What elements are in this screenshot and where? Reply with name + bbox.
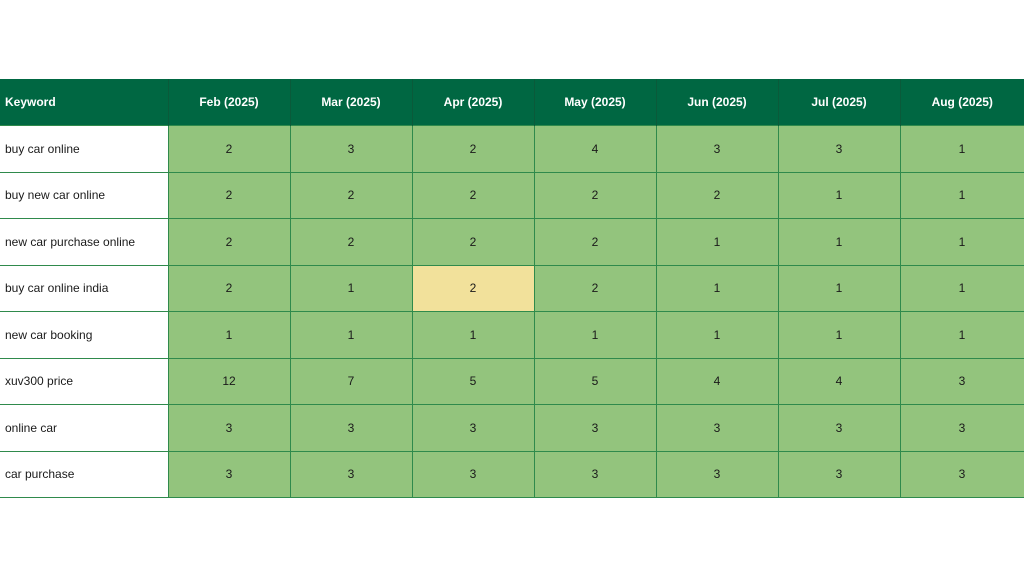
rank-cell: 2: [289, 218, 413, 266]
rank-cell: 1: [899, 218, 1024, 266]
rank-cell: 3: [777, 450, 901, 498]
rank-cell: 1: [899, 125, 1024, 173]
rank-cell: 2: [411, 218, 535, 266]
rank-cell: 4: [777, 357, 901, 405]
rank-cell: 12: [167, 357, 291, 405]
rank-cell: 2: [533, 264, 657, 312]
rank-cell: 2: [289, 171, 413, 219]
highlighted-rank-cell: 2: [411, 264, 535, 312]
rank-cell: 3: [289, 450, 413, 498]
rank-cell: 1: [655, 218, 779, 266]
rank-cell: 1: [289, 311, 413, 359]
rank-cell: 1: [899, 311, 1024, 359]
rank-cell: 1: [777, 311, 901, 359]
rank-cell: 1: [167, 311, 291, 359]
rank-cell: 3: [533, 450, 657, 498]
table-header-row: Keyword Feb (2025) Mar (2025) Apr (2025)…: [0, 79, 1024, 126]
table-row: new car booking 1 1 1 1 1 1 1: [0, 311, 1024, 359]
table-row: buy new car online 2 2 2 2 2 1 1: [0, 171, 1024, 219]
keyword-cell: xuv300 price: [0, 357, 169, 405]
rank-cell: 3: [167, 404, 291, 452]
rank-cell: 1: [533, 311, 657, 359]
keyword-cell: car purchase: [0, 450, 169, 498]
column-header-may: May (2025): [533, 79, 656, 126]
rank-cell: 2: [533, 171, 657, 219]
rank-cell: 1: [411, 311, 535, 359]
rank-cell: 1: [655, 311, 779, 359]
rank-cell: 1: [777, 171, 901, 219]
rank-cell: 3: [289, 404, 413, 452]
rank-cell: 5: [411, 357, 535, 405]
rank-cell: 3: [899, 357, 1024, 405]
column-header-jul: Jul (2025): [777, 79, 900, 126]
rank-cell: 2: [167, 171, 291, 219]
column-header-jun: Jun (2025): [655, 79, 778, 126]
rank-cell: 3: [777, 404, 901, 452]
rank-cell: 3: [411, 450, 535, 498]
keyword-cell: new car booking: [0, 311, 169, 359]
table-row: xuv300 price 12 7 5 5 4 4 3: [0, 357, 1024, 405]
keyword-ranking-table: Keyword Feb (2025) Mar (2025) Apr (2025)…: [0, 79, 1024, 498]
rank-cell: 4: [533, 125, 657, 173]
rank-cell: 3: [289, 125, 413, 173]
column-header-feb: Feb (2025): [167, 79, 290, 126]
keyword-cell: new car purchase online: [0, 218, 169, 266]
table-row: buy car online 2 3 2 4 3 3 1: [0, 125, 1024, 173]
rank-cell: 3: [899, 404, 1024, 452]
keyword-cell: buy car online: [0, 125, 169, 173]
rank-cell: 1: [899, 171, 1024, 219]
column-header-aug: Aug (2025): [899, 79, 1024, 126]
keyword-cell: buy new car online: [0, 171, 169, 219]
rank-cell: 2: [167, 218, 291, 266]
rank-cell: 1: [777, 264, 901, 312]
table-row: car purchase 3 3 3 3 3 3 3: [0, 450, 1024, 498]
rank-cell: 3: [533, 404, 657, 452]
column-header-mar: Mar (2025): [289, 79, 412, 126]
rank-cell: 3: [655, 404, 779, 452]
rank-cell: 3: [777, 125, 901, 173]
table-row: online car 3 3 3 3 3 3 3: [0, 404, 1024, 452]
rank-cell: 2: [655, 171, 779, 219]
rank-cell: 1: [655, 264, 779, 312]
rank-cell: 2: [411, 171, 535, 219]
rank-cell: 1: [899, 264, 1024, 312]
rank-cell: 2: [411, 125, 535, 173]
keyword-cell: buy car online india: [0, 264, 169, 312]
rank-cell: 3: [411, 404, 535, 452]
table-row: buy car online india 2 1 2 2 1 1 1: [0, 264, 1024, 312]
rank-cell: 5: [533, 357, 657, 405]
rank-cell: 3: [167, 450, 291, 498]
column-header-keyword: Keyword: [0, 79, 168, 126]
rank-cell: 2: [533, 218, 657, 266]
rank-cell: 3: [655, 450, 779, 498]
rank-cell: 3: [899, 450, 1024, 498]
table-row: new car purchase online 2 2 2 2 1 1 1: [0, 218, 1024, 266]
rank-cell: 1: [289, 264, 413, 312]
rank-cell: 2: [167, 264, 291, 312]
rank-cell: 3: [655, 125, 779, 173]
rank-cell: 2: [167, 125, 291, 173]
column-header-apr: Apr (2025): [411, 79, 534, 126]
keyword-cell: online car: [0, 404, 169, 452]
rank-cell: 7: [289, 357, 413, 405]
rank-cell: 1: [777, 218, 901, 266]
rank-cell: 4: [655, 357, 779, 405]
slide-canvas: Keyword Feb (2025) Mar (2025) Apr (2025)…: [0, 0, 1024, 576]
